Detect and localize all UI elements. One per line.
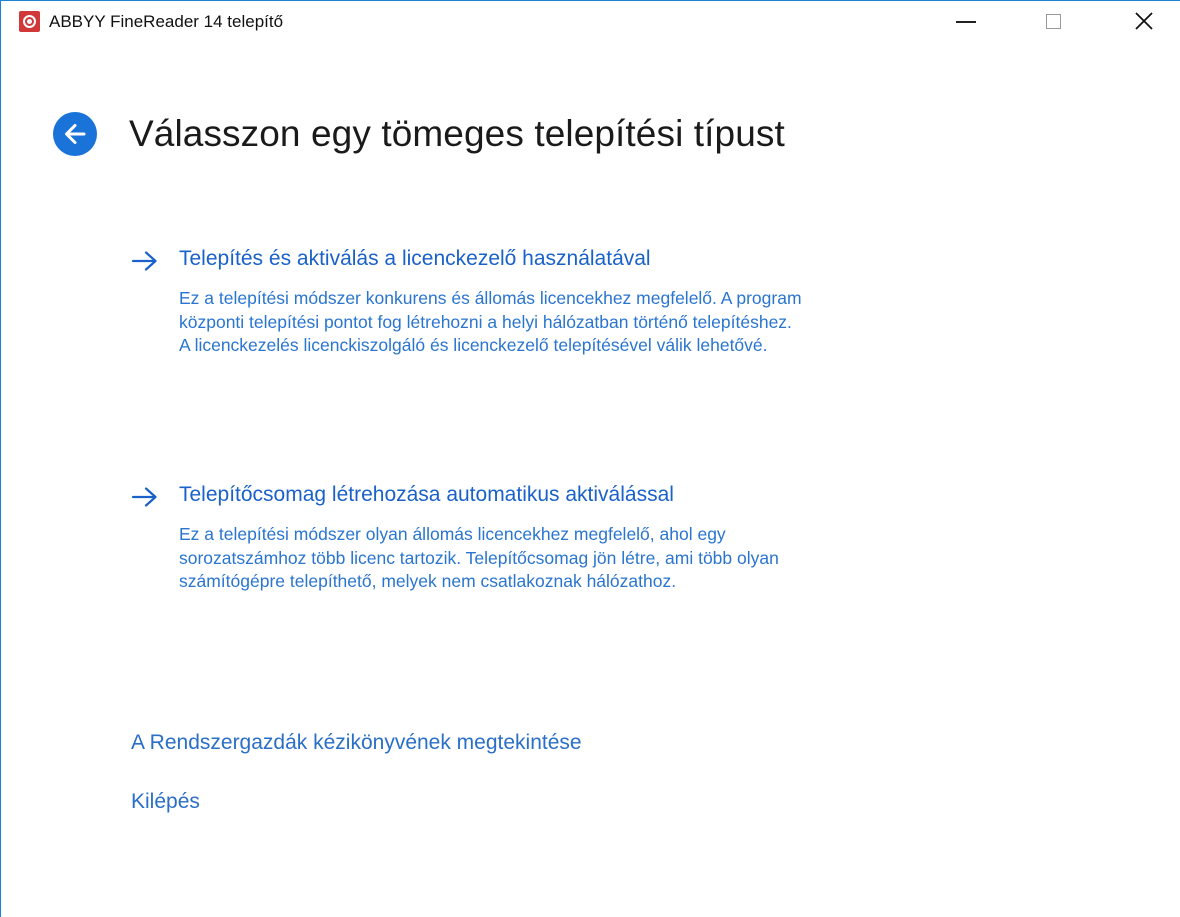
arrow-right-icon (131, 251, 157, 271)
description-line: Ez a telepítési módszer olyan állomás li… (179, 524, 726, 544)
option-auto-activation-package[interactable]: Telepítőcsomag létrehozása automatikus a… (131, 481, 1081, 594)
abbyy-logo-icon (19, 11, 40, 32)
option-description: Ez a telepítési módszer olyan állomás li… (179, 523, 1081, 594)
description-line: A licenckezelés licenckiszolgáló és lice… (179, 335, 768, 355)
option-label[interactable]: Telepítőcsomag létrehozása automatikus a… (179, 483, 674, 507)
description-line: Ez a telepítési módszer konkurens és áll… (179, 288, 802, 308)
maximize-button[interactable] (1034, 1, 1080, 41)
back-button[interactable] (53, 112, 97, 156)
arrow-right-icon (131, 487, 157, 507)
option-description: Ez a telepítési módszer konkurens és áll… (179, 287, 1081, 358)
description-line: sorozatszámhoz több licenc tartozik. Tel… (179, 547, 779, 568)
close-icon (1135, 12, 1153, 30)
minimize-icon (956, 21, 976, 23)
arrow-left-circle-icon (65, 124, 86, 144)
page-title: Válasszon egy tömeges telepítési típust (129, 113, 785, 154)
minimize-button[interactable] (945, 1, 991, 41)
exit-link[interactable]: Kilépés (131, 790, 200, 814)
maximize-icon (1046, 14, 1061, 29)
admin-guide-link[interactable]: A Rendszergazdák kézikönyvének megtekint… (131, 731, 582, 755)
description-line: számítógépre telepíthető, melyek nem csa… (179, 571, 677, 591)
description-line: központi telepítési pontot fog létrehozn… (179, 311, 792, 332)
option-license-manager[interactable]: Telepítés és aktiválás a licenckezelő ha… (131, 245, 1081, 358)
window-title: ABBYY FineReader 14 telepítő (49, 12, 284, 31)
option-label[interactable]: Telepítés és aktiválás a licenckezelő ha… (179, 247, 651, 271)
title-bar: ABBYY FineReader 14 telepítő (1, 1, 1180, 42)
installer-window: ABBYY FineReader 14 telepítő Válasszon e… (0, 0, 1180, 917)
close-button[interactable] (1125, 1, 1171, 41)
